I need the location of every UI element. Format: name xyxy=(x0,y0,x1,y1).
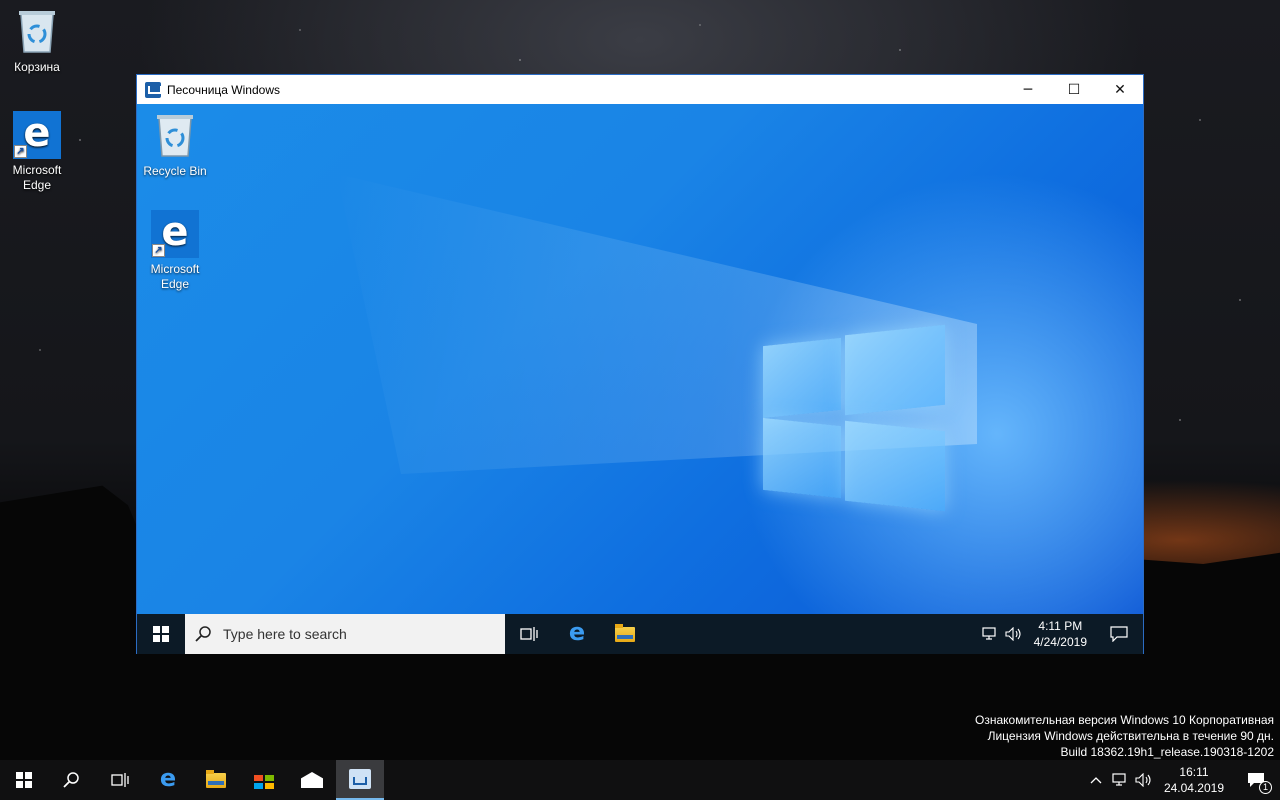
sandbox-taskbar-button[interactable] xyxy=(336,760,384,800)
watermark-line-1: Ознакомительная версия Windows 10 Корпор… xyxy=(975,713,1274,727)
search-icon xyxy=(63,772,79,788)
search-placeholder: Type here to search xyxy=(223,626,347,642)
mail-button[interactable] xyxy=(288,760,336,800)
clock-date: 4/24/2019 xyxy=(1033,635,1087,649)
edge-taskbar-button[interactable]: e xyxy=(553,614,601,654)
sandbox-window[interactable]: Песочница Windows ─ ☐ ✕ Recycle Bin e ↗ … xyxy=(136,74,1144,654)
window-title: Песочница Windows xyxy=(167,82,280,97)
clock-time: 16:11 xyxy=(1179,765,1209,779)
desktop-icon-edge[interactable]: e ↗ Microsoft Edge xyxy=(1,111,73,193)
evaluation-watermark: Ознакомительная версия Windows 10 Корпор… xyxy=(975,712,1274,760)
action-center-button[interactable] xyxy=(1095,614,1143,654)
shortcut-arrow-icon: ↗ xyxy=(152,244,165,257)
folder-icon xyxy=(206,769,226,788)
file-explorer-button[interactable] xyxy=(192,760,240,800)
clock-date: 24.04.2019 xyxy=(1163,781,1224,795)
edge-taskbar-button[interactable]: e xyxy=(144,760,192,800)
action-center-button[interactable]: 1 xyxy=(1232,760,1280,800)
start-button[interactable] xyxy=(0,760,48,800)
edge-icon: e xyxy=(568,618,586,646)
system-tray: 4:11 PM 4/24/2019 xyxy=(978,614,1143,654)
sandbox-icon-label: Microsoft Edge xyxy=(150,262,200,291)
minimize-button[interactable]: ─ xyxy=(1005,75,1051,104)
edge-icon: e xyxy=(159,764,177,792)
network-icon[interactable] xyxy=(978,614,1002,654)
desktop-icon-label: Microsoft Edge xyxy=(12,163,62,192)
task-view-button[interactable] xyxy=(505,614,553,654)
system-tray: 16:11 24.04.2019 1 xyxy=(1084,760,1280,800)
sandbox-desktop: Recycle Bin e ↗ Microsoft Edge xyxy=(137,104,1143,614)
search-icon xyxy=(195,626,211,642)
host-taskbar: e 16:11 24.04.2019 1 xyxy=(0,760,1280,800)
volume-icon[interactable] xyxy=(1132,760,1156,800)
mail-icon xyxy=(301,772,323,788)
windows-icon xyxy=(153,626,169,642)
task-view-icon xyxy=(111,773,129,787)
edge-icon: e ↗ xyxy=(13,111,61,159)
watermark-line-2: Лицензия Windows действительна в течение… xyxy=(987,729,1274,743)
edge-icon: e ↗ xyxy=(151,210,199,258)
task-view-icon xyxy=(520,627,538,641)
windows-icon xyxy=(16,772,32,788)
start-button[interactable] xyxy=(137,614,185,654)
desktop-icon-recycle-bin[interactable]: Корзина xyxy=(1,8,73,75)
search-input[interactable]: Type here to search xyxy=(185,614,505,654)
volume-icon[interactable] xyxy=(1002,614,1026,654)
sandbox-app-icon xyxy=(145,81,162,98)
store-icon xyxy=(254,771,274,789)
sandbox-app-icon xyxy=(349,769,371,789)
shortcut-arrow-icon: ↗ xyxy=(14,145,27,158)
sandbox-desktop-icon-recycle-bin[interactable]: Recycle Bin xyxy=(137,112,213,179)
store-button[interactable] xyxy=(240,760,288,800)
task-view-button[interactable] xyxy=(96,760,144,800)
title-bar[interactable]: Песочница Windows ─ ☐ ✕ xyxy=(137,75,1143,104)
maximize-button[interactable]: ☐ xyxy=(1051,75,1097,104)
clock-time: 4:11 PM xyxy=(1038,619,1083,633)
sandbox-desktop-icon-edge[interactable]: e ↗ Microsoft Edge xyxy=(137,210,213,292)
sandbox-icon-label: Recycle Bin xyxy=(143,164,207,178)
file-explorer-button[interactable] xyxy=(601,614,649,654)
watermark-line-3: Build 18362.19h1_release.190318-1202 xyxy=(1060,745,1274,759)
folder-icon xyxy=(615,623,635,642)
chevron-up-icon[interactable] xyxy=(1084,760,1108,800)
desktop-icon-label: Корзина xyxy=(14,60,60,74)
windows-logo-wallpaper xyxy=(763,322,947,512)
recycle-bin-icon xyxy=(151,112,199,160)
sandbox-taskbar: Type here to search e 4:11 PM 4/24/2019 xyxy=(137,614,1143,654)
clock[interactable]: 4:11 PM 4/24/2019 xyxy=(1026,618,1095,650)
recycle-bin-icon xyxy=(13,8,61,56)
network-icon[interactable] xyxy=(1108,760,1132,800)
search-button[interactable] xyxy=(48,760,96,800)
close-button[interactable]: ✕ xyxy=(1097,75,1143,104)
notification-icon xyxy=(1110,626,1128,642)
notification-count-badge: 1 xyxy=(1259,781,1272,794)
clock[interactable]: 16:11 24.04.2019 xyxy=(1156,764,1232,796)
